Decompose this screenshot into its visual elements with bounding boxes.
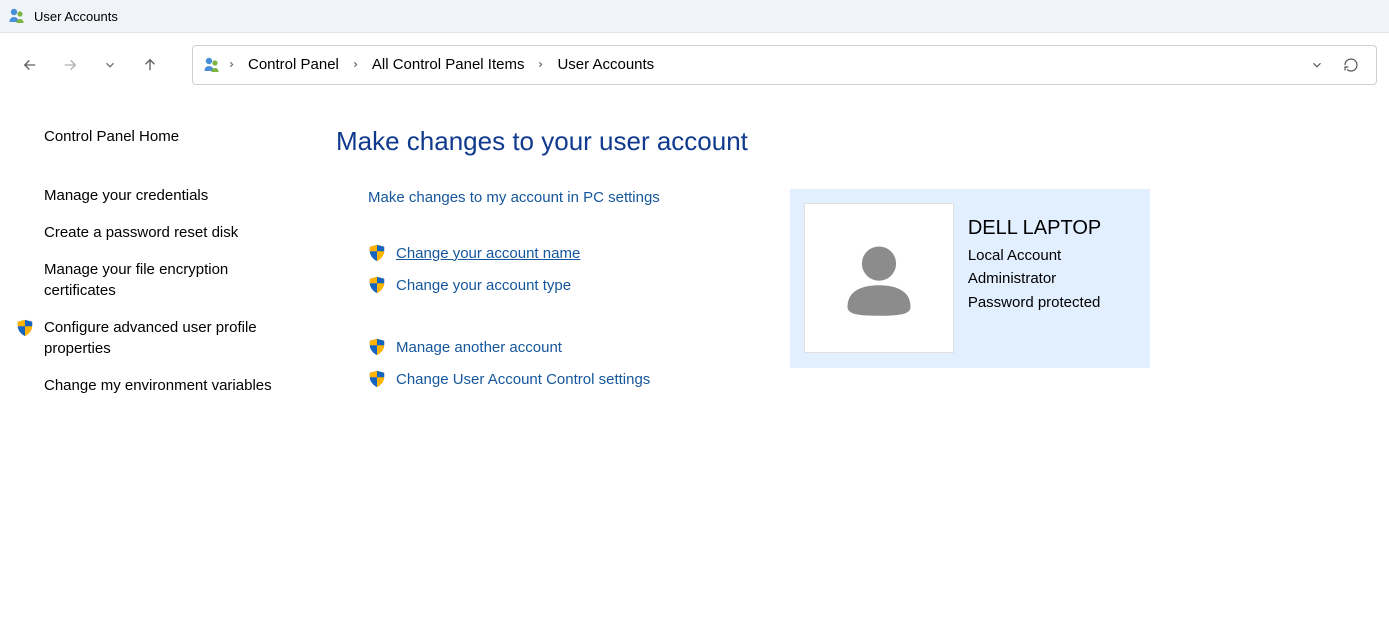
sidebar-link-label: Manage your credentials — [44, 187, 208, 204]
pc-settings-link[interactable]: Make changes to my account in PC setting… — [368, 189, 660, 206]
sidebar-link-label: Create a password reset disk — [44, 224, 238, 241]
account-card: DELL LAPTOP Local Account Administrator … — [790, 189, 1150, 368]
sidebar-password-reset-disk[interactable]: Create a password reset disk — [44, 222, 280, 243]
user-accounts-icon — [8, 7, 26, 25]
chevron-right-icon[interactable] — [349, 60, 362, 69]
shield-icon — [368, 276, 386, 294]
link-text: Manage another account — [396, 339, 562, 356]
shield-icon — [368, 370, 386, 388]
sidebar-manage-credentials[interactable]: Manage your credentials — [44, 185, 280, 206]
shield-icon — [368, 338, 386, 356]
sidebar-environment-variables[interactable]: Change my environment variables — [44, 375, 280, 396]
back-button[interactable] — [12, 47, 48, 83]
window-title: User Accounts — [34, 9, 118, 24]
change-account-type-link[interactable]: Change your account type — [368, 276, 660, 294]
sidebar-advanced-profile[interactable]: Configure advanced user profile properti… — [44, 317, 280, 359]
link-text: Change your account name — [396, 245, 580, 262]
chevron-right-icon[interactable] — [534, 60, 547, 69]
account-role: Administrator — [968, 267, 1101, 290]
actions-list: Make changes to my account in PC setting… — [336, 189, 660, 402]
link-text: Change your account type — [396, 277, 571, 294]
page-heading: Make changes to your user account — [336, 126, 1389, 157]
up-button[interactable] — [132, 47, 168, 83]
change-account-name-link[interactable]: Change your account name — [368, 244, 660, 262]
sidebar-control-panel-home[interactable]: Control Panel Home — [44, 126, 280, 147]
window-title-bar: User Accounts — [0, 0, 1389, 33]
shield-icon — [16, 319, 34, 337]
change-uac-settings-link[interactable]: Change User Account Control settings — [368, 370, 660, 388]
breadcrumb-control-panel[interactable]: Control Panel — [242, 52, 345, 77]
sidebar-link-label: Manage your file encryption certificates — [44, 261, 228, 299]
account-name: DELL LAPTOP — [968, 217, 1101, 240]
sidebar-link-label: Configure advanced user profile properti… — [44, 319, 257, 357]
account-info: DELL LAPTOP Local Account Administrator … — [968, 203, 1101, 354]
sidebar-file-encryption-certs[interactable]: Manage your file encryption certificates — [44, 259, 280, 301]
avatar — [804, 203, 954, 353]
breadcrumb-all-items[interactable]: All Control Panel Items — [366, 52, 531, 77]
recent-locations-button[interactable] — [92, 47, 128, 83]
link-text: Make changes to my account in PC setting… — [368, 189, 660, 206]
forward-button[interactable] — [52, 47, 88, 83]
navigation-bar: Control Panel All Control Panel Items Us… — [0, 33, 1389, 96]
user-accounts-icon — [203, 56, 221, 74]
sidebar-link-label: Change my environment variables — [44, 377, 272, 394]
content-area: Control Panel Home Manage your credentia… — [0, 96, 1389, 412]
sidebar: Control Panel Home Manage your credentia… — [0, 126, 310, 412]
manage-another-account-link[interactable]: Manage another account — [368, 338, 660, 356]
shield-icon — [368, 244, 386, 262]
breadcrumb-user-accounts[interactable]: User Accounts — [551, 52, 660, 77]
chevron-right-icon[interactable] — [225, 60, 238, 69]
main-panel: Make changes to your user account Make c… — [310, 126, 1389, 412]
link-text: Change User Account Control settings — [396, 371, 650, 388]
address-bar[interactable]: Control Panel All Control Panel Items Us… — [192, 45, 1377, 85]
account-password-status: Password protected — [968, 291, 1101, 314]
refresh-button[interactable] — [1336, 50, 1366, 80]
address-dropdown-button[interactable] — [1302, 50, 1332, 80]
account-type: Local Account — [968, 244, 1101, 267]
